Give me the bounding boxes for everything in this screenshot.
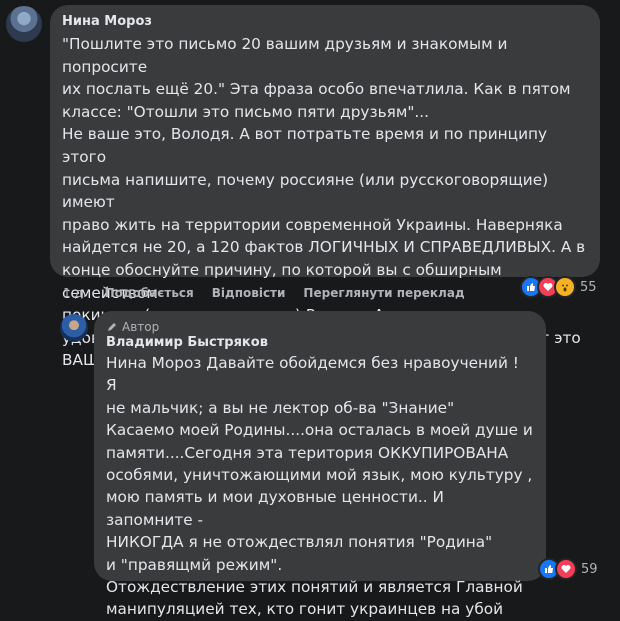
reply-author-name[interactable]: Владимир Быстряков — [106, 335, 534, 350]
reply-button[interactable]: Відповісти — [212, 286, 286, 300]
reaction-summary[interactable]: 59 — [538, 558, 598, 580]
comment-timestamp[interactable]: 1 д. — [63, 286, 87, 300]
comment-author-name[interactable]: Нина Мороз — [62, 14, 588, 29]
reaction-count: 55 — [580, 279, 597, 295]
wow-icon — [554, 276, 576, 298]
reply-text: Нина Мороз Давайте обойдемся без нравоуч… — [106, 354, 533, 619]
author-badge: Автор — [106, 318, 534, 335]
reply-bubble: Автор Владимир Быстряков Нина Мороз Дава… — [94, 311, 546, 618]
pencil-icon — [108, 322, 116, 331]
love-icon — [555, 558, 577, 580]
like-button[interactable]: Подобається — [105, 286, 194, 300]
avatar[interactable] — [6, 6, 42, 42]
avatar[interactable] — [60, 314, 88, 342]
author-badge-label: Автор — [122, 319, 160, 334]
see-translation-button[interactable]: Переглянути переклад — [303, 286, 464, 300]
comment-actions: 1 д. Подобається Відповісти Переглянути … — [63, 286, 465, 300]
reaction-summary[interactable]: 55 — [520, 276, 597, 298]
reaction-count: 59 — [581, 561, 598, 577]
comment-bubble: Нина Мороз "Пошлите это письмо 20 вашим … — [50, 5, 600, 369]
